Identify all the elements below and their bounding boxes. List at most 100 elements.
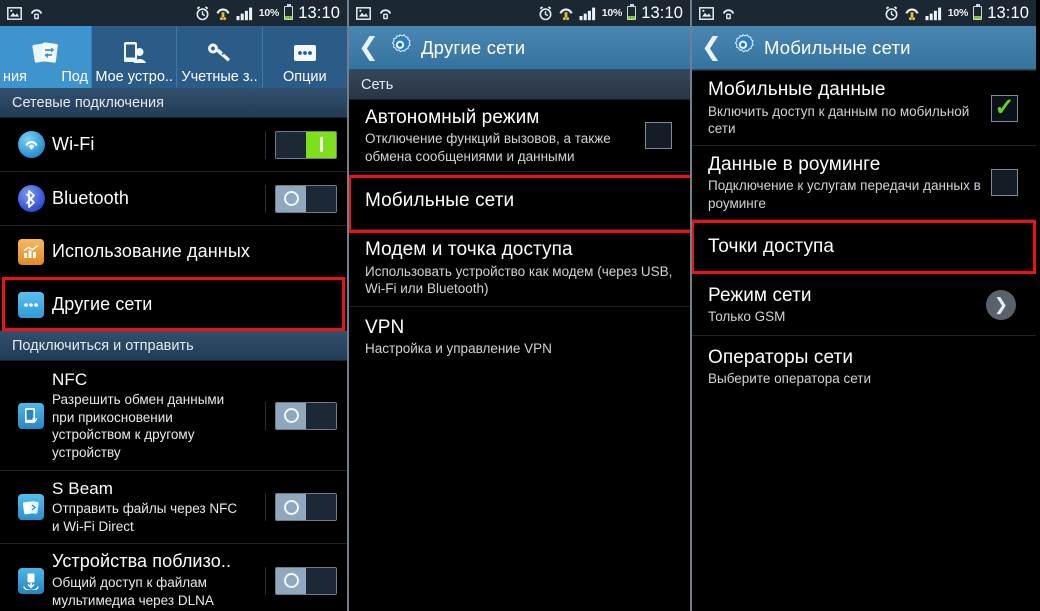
list-item-data-roaming[interactable]: Данные в роуминге Подключение к услугам … (692, 146, 1036, 220)
s-beam-toggle[interactable] (275, 493, 337, 521)
tab-accounts[interactable]: Учетные з.. (177, 26, 263, 88)
s-beam-icon (10, 494, 52, 520)
list-item-access-points[interactable]: Точки доступа (692, 220, 1036, 274)
divider (265, 130, 266, 159)
wifi-direct-icon (30, 9, 43, 20)
divider (265, 401, 266, 430)
list-item-title: Точки доступа (708, 235, 835, 257)
list-item-text: Точки доступа (702, 228, 1026, 265)
status-bar-left-icons (7, 6, 44, 20)
image-icon (356, 6, 371, 20)
battery-icon (973, 3, 983, 20)
cellular-signal-icon (236, 7, 252, 20)
list-item-airplane-mode[interactable]: Автономный режим Отключение функций вызо… (349, 100, 690, 172)
list-item-network-operators[interactable]: Операторы сети Выберите оператора сети (692, 336, 1036, 398)
battery-percent-label: 10% (601, 7, 623, 19)
list-item-tethering-hotspot[interactable]: Модем и точка доступа Использовать устро… (349, 230, 690, 307)
clock-label: 13:10 (641, 3, 683, 22)
list-item-title: Мобильные сети (365, 189, 515, 211)
list-item-mobile-data[interactable]: Мобильные данные Включить доступ к данны… (692, 70, 1036, 146)
list-item-title: Данные в роуминге (708, 153, 881, 175)
section-header-network: Сеть (349, 70, 690, 100)
tab-accounts-label: Учетные з.. (181, 69, 258, 85)
list-item-title: Модем и точка доступа (365, 239, 573, 261)
mobile-data-checkbox-wrap: ✓ (983, 94, 1026, 122)
wifi-direct-icon (379, 9, 392, 20)
my-device-icon (120, 38, 148, 68)
back-chevron-icon[interactable]: ❮ (701, 35, 722, 60)
wifi-signal-icon (905, 7, 919, 20)
airplane-mode-checkbox[interactable] (645, 122, 672, 149)
mobile-networks-screen: 10% 13:10 ❮ Мобильные сети Мобильные дан… (692, 0, 1036, 611)
status-bar: 10% 13:10 (692, 0, 1036, 26)
back-chevron-icon[interactable]: ❮ (358, 35, 379, 60)
screen-title: Мобильные сети (763, 36, 911, 58)
s-beam-toggle-wrap (257, 493, 337, 521)
battery-percent-label: 10% (947, 7, 969, 19)
list-item-network-mode[interactable]: Режим сети Только GSM ❯ (692, 274, 1036, 336)
battery-percent-label: 10% (258, 7, 280, 19)
mobile-data-checkbox[interactable]: ✓ (991, 94, 1018, 122)
three-screenshot-comparison: 10% 13:10 ния Под Мое устро.. Учетные з.… (0, 0, 1040, 611)
list-item-text: VPN Настройка и управление VPN (359, 309, 680, 365)
list-item-s-beam[interactable]: S Beam Отправить файлы через NFC и Wi-Fi… (0, 471, 347, 544)
clock-label: 13:10 (987, 3, 1029, 22)
cellular-signal-icon (579, 7, 595, 20)
wifi-toggle[interactable] (275, 130, 337, 159)
battery-icon (284, 3, 294, 20)
list-item-subtitle: Подключение к услугам передачи данных в … (708, 178, 981, 211)
list-item-text: S Beam Отправить файлы через NFC и Wi-Fi… (52, 472, 257, 543)
bluetooth-toggle[interactable] (275, 184, 337, 213)
clock-label: 13:10 (298, 3, 340, 22)
alarm-icon (885, 5, 898, 20)
list-item-text: Bluetooth (52, 181, 257, 217)
list-item-nearby-devices[interactable]: Устройства поблизо.. Общий доступ к файл… (0, 544, 347, 611)
list-item-vpn[interactable]: VPN Настройка и управление VPN (349, 307, 690, 367)
list-item-data-usage[interactable]: Использование данных (0, 226, 347, 279)
connections-icon (31, 38, 60, 68)
tab-options-label: Опции (283, 69, 327, 85)
action-bar: ❮ Другие сети (349, 26, 690, 70)
list-item-mobile-networks[interactable]: Мобильные сети (349, 172, 690, 230)
list-item-wifi[interactable]: Wi-Fi (0, 118, 347, 172)
list-item-bluetooth[interactable]: Bluetooth (0, 172, 347, 226)
wifi-signal-icon (559, 7, 573, 20)
list-item-subtitle: Настройка и управление VPN (365, 341, 552, 357)
nearby-devices-toggle[interactable] (275, 566, 337, 595)
image-icon (699, 6, 714, 20)
list-item-subtitle: Разрешить обмен данными при прикосновени… (52, 392, 225, 460)
network-mode-chevron-wrap: ❯ (978, 289, 1026, 320)
wifi-icon (10, 131, 52, 158)
divider (265, 184, 266, 213)
data-roaming-checkbox[interactable] (991, 169, 1018, 196)
bluetooth-toggle-wrap (257, 184, 337, 213)
image-icon (7, 6, 22, 20)
data-roaming-checkbox-wrap (983, 169, 1026, 196)
status-bar-left-icons (356, 6, 393, 20)
list-item-text: Данные в роуминге Подключение к услугам … (702, 146, 983, 219)
screen-title: Другие сети (420, 36, 526, 58)
section-header-label: Подключиться и отправить (12, 337, 194, 354)
status-bar: 10% 13:10 (349, 0, 690, 26)
tab-connections-label: ния Под (3, 69, 88, 85)
list-item-title: Устройства поблизо.. (52, 551, 232, 572)
action-bar: ❮ Мобильные сети (692, 26, 1036, 70)
more-options-icon (291, 38, 319, 68)
list-item-title: NFC (52, 369, 88, 389)
list-item-title: Мобильные данные (708, 79, 886, 101)
status-bar: 10% 13:10 (0, 0, 347, 26)
chevron-right-icon[interactable]: ❯ (986, 289, 1016, 320)
tab-connections[interactable]: ния Под (0, 26, 92, 88)
settings-gear-icon (731, 33, 755, 62)
tab-my-device[interactable]: Мое устро.. (92, 26, 178, 88)
list-item-other-networks[interactable]: Другие сети (0, 279, 347, 331)
wifi-direct-icon (722, 9, 735, 20)
alarm-icon (539, 5, 552, 20)
tab-options[interactable]: Опции (262, 26, 347, 88)
section-header-connect-and-send: Подключиться и отправить (0, 331, 347, 361)
list-item-nfc[interactable]: NFC Разрешить обмен данными при прикосно… (0, 361, 347, 471)
nfc-toggle[interactable] (275, 401, 337, 430)
list-item-title: VPN (365, 317, 405, 339)
list-item-subtitle: Отправить файлы через NFC и Wi-Fi Direct (52, 501, 238, 534)
list-item-title: Другие сети (52, 293, 153, 314)
